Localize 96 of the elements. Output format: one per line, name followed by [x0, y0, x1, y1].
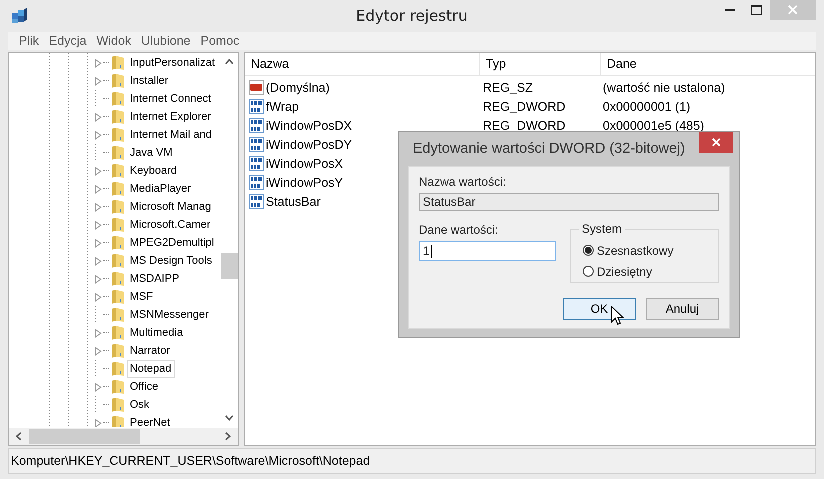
folder-icon	[111, 325, 125, 341]
tree-item[interactable]: Notepad	[127, 360, 175, 378]
folder-icon	[111, 127, 125, 143]
folder-icon	[111, 217, 125, 233]
folder-icon	[111, 307, 125, 323]
tree-item[interactable]: MSF	[127, 288, 156, 306]
table-cell: REG_DWORD	[483, 118, 566, 132]
tree-item[interactable]: Internet Connect	[127, 90, 214, 108]
folder-icon	[111, 73, 125, 89]
table-cell: REG_SZ	[483, 80, 534, 94]
tree-item[interactable]: MSDAIPP	[127, 270, 183, 288]
field-label: Nazwa wartości:	[419, 175, 508, 189]
horizontal-scrollbar[interactable]	[9, 428, 238, 445]
tree-item[interactable]: Microsoft Manag	[127, 198, 214, 216]
scroll-down-icon	[225, 415, 234, 421]
cursor-icon	[611, 306, 624, 326]
tree-item[interactable]: Narrator	[127, 342, 174, 360]
name-field[interactable]: StatusBar	[419, 193, 719, 211]
folder-icon	[111, 181, 125, 197]
value-name[interactable]: (Domyślna)	[266, 80, 330, 94]
folder-icon	[111, 361, 125, 377]
window-title: Edytor rejestru	[355, 7, 469, 25]
scroll-right-icon	[225, 432, 231, 441]
maximize-icon	[751, 5, 762, 15]
binary-value-icon	[249, 99, 264, 114]
tree-item[interactable]: Internet Explorer	[127, 108, 214, 126]
table-cell: 0x000001e5 (485)	[603, 118, 704, 132]
menu-item[interactable]: Edycja	[44, 33, 92, 49]
cancel-button[interactable]: Anuluj	[646, 298, 719, 320]
group-title: System	[579, 222, 626, 236]
folder-icon	[111, 289, 125, 305]
column-header[interactable]: Typ	[480, 53, 601, 75]
column-header[interactable]: Nazwa	[245, 53, 480, 75]
value-name[interactable]: iWindowPosDY	[266, 138, 352, 152]
folder-icon	[111, 199, 125, 215]
tree-item[interactable]: InputPersonalizat	[127, 54, 218, 72]
binary-value-icon	[249, 137, 264, 152]
menu-item[interactable]: Ulubione	[136, 33, 196, 49]
binary-value-icon	[249, 156, 264, 171]
status-bar: Komputer\HKEY_CURRENT_USER\Software\Microsoft\Notepad	[8, 448, 816, 474]
table-cell: REG_DWORD	[483, 100, 566, 114]
folder-icon	[111, 55, 125, 71]
table-cell: (wartość nie ustalona)	[603, 80, 726, 94]
tree-item[interactable]: MSNMessenger	[127, 306, 212, 324]
value-name[interactable]: iWindowPosDX	[266, 118, 352, 132]
binary-value-icon	[249, 118, 264, 133]
string-value-icon	[249, 80, 264, 95]
scroll-up-icon	[225, 59, 234, 65]
tree-item[interactable]: MS Design Tools	[127, 252, 216, 270]
folder-icon	[111, 379, 125, 395]
value-name[interactable]: StatusBar	[266, 194, 321, 208]
tree-item[interactable]: Keyboard	[127, 162, 180, 180]
menu-item[interactable]: Pomoc	[196, 33, 245, 49]
data-field[interactable]: 1	[419, 241, 556, 261]
scrollbar-thumb[interactable]	[221, 253, 238, 279]
binary-value-icon	[249, 194, 264, 209]
folder-icon	[111, 145, 125, 161]
folder-icon	[111, 91, 125, 107]
tree-item[interactable]: Java VM	[127, 144, 176, 162]
ok-button[interactable]: OK	[563, 298, 636, 320]
tree-item[interactable]: Osk	[127, 396, 153, 414]
close-button[interactable]	[699, 132, 733, 153]
app-icon	[10, 7, 28, 25]
binary-value-icon	[249, 175, 264, 190]
column-header[interactable]: Dane	[601, 53, 815, 75]
close-icon	[712, 138, 720, 147]
tree-item[interactable]: PeerNet	[127, 414, 174, 427]
scroll-left-icon	[16, 432, 22, 441]
tree-item[interactable]: MediaPlayer	[127, 180, 194, 198]
folder-icon	[111, 109, 125, 125]
menu-item[interactable]: Plik	[14, 33, 44, 49]
scrollbar-thumb[interactable]	[29, 429, 140, 444]
close-icon	[788, 5, 798, 15]
tree-item[interactable]: Multimedia	[127, 324, 186, 342]
folder-icon	[111, 397, 125, 413]
folder-icon	[111, 235, 125, 251]
dialog-title: Edytowanie wartości DWORD (32-bitowej)	[413, 141, 686, 157]
minimize-icon	[724, 9, 734, 11]
folder-icon	[111, 253, 125, 269]
value-name[interactable]: iWindowPosX	[266, 156, 344, 170]
table-cell: 0x00000001 (1)	[603, 100, 691, 114]
folder-icon	[111, 163, 125, 179]
folder-icon	[111, 271, 125, 287]
radio-option[interactable]: Szesnastkowy	[571, 240, 718, 261]
folder-icon	[111, 343, 125, 359]
field-label: Dane wartości:	[419, 223, 500, 237]
tree-item[interactable]: Installer	[127, 72, 172, 90]
value-name[interactable]: fWrap	[266, 100, 300, 114]
tree-item[interactable]: MPEG2Demultipl	[127, 234, 218, 252]
value-name[interactable]: iWindowPosY	[266, 176, 344, 190]
tree-item[interactable]: Microsoft.Camer	[127, 216, 214, 234]
tree-item[interactable]: Office	[127, 378, 162, 396]
menu-item[interactable]: Widok	[92, 33, 136, 49]
tree-item[interactable]: Internet Mail and	[127, 126, 215, 144]
radio-option[interactable]: Dziesiętny	[571, 261, 718, 282]
folder-icon	[111, 415, 125, 427]
